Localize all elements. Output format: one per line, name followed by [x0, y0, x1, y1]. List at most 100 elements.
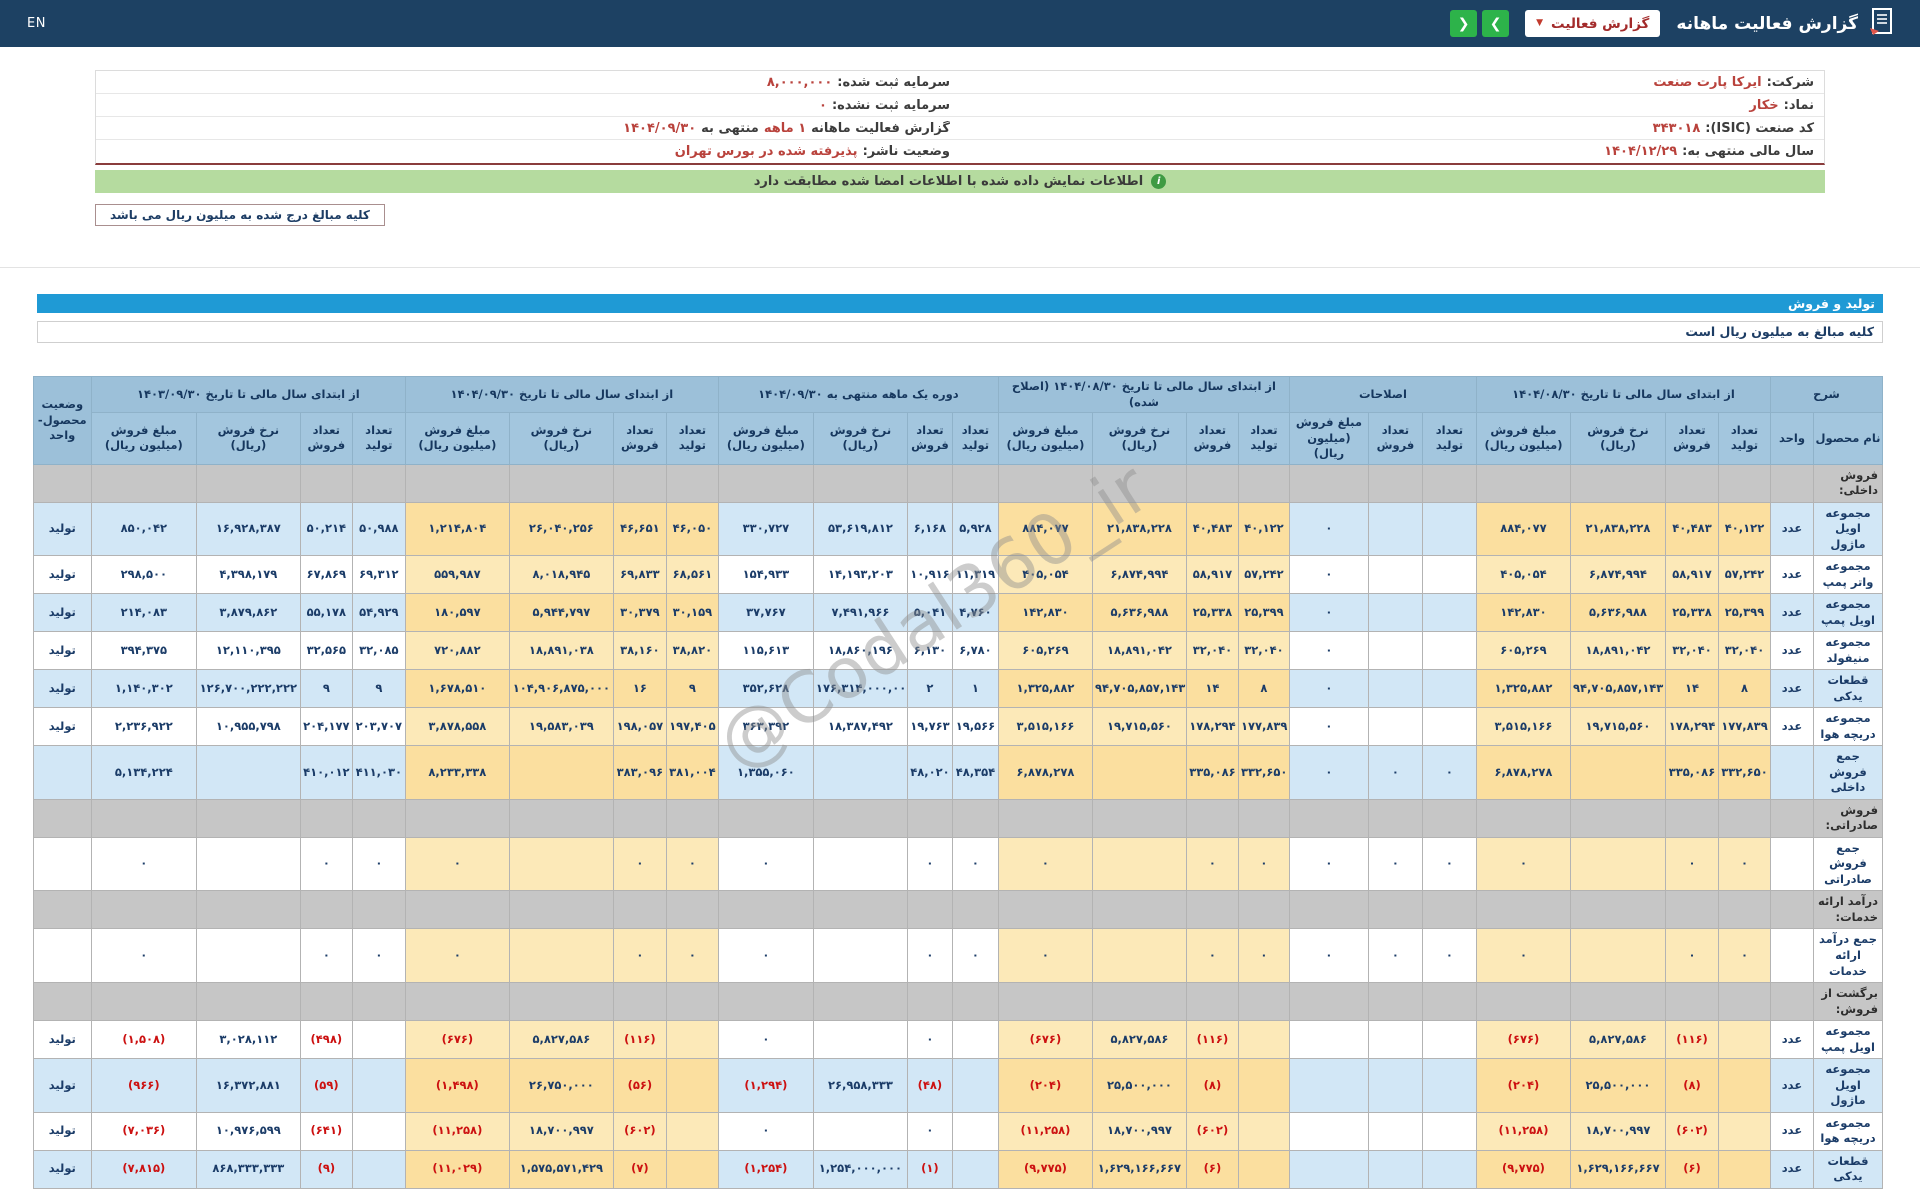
value-cell: ۵,۶۳۶,۹۸۸	[1569, 593, 1666, 633]
value-cell: ۱۸,۸۹۱,۰۴۲	[1091, 631, 1187, 671]
value-cell: (۱,۲۵۴)	[717, 1149, 814, 1189]
company-info-panel: شرکت: ایرکا پارت صنعت سرمایه ثبت شده: ۸,…	[95, 70, 1825, 165]
info-value: خکار	[1749, 97, 1779, 113]
info-label: سال مالی منتهی به:	[1682, 144, 1814, 159]
section-cell	[951, 463, 999, 503]
value-cell: ۱۹۷,۴۰۵	[665, 707, 719, 747]
section-cell	[1717, 890, 1771, 930]
section-cell	[812, 463, 908, 503]
column-header: تعداد تولید	[1237, 412, 1290, 465]
unit-cell	[1769, 836, 1815, 892]
value-cell	[508, 836, 614, 892]
table-row: مجموعه اویل پمپ عدد (۱۱۶) ۵,۸۲۷,۵۸۶ (۶۷۶) (۱۱…	[32, 1020, 1883, 1060]
section-row: برگشت از فروش:	[32, 982, 1883, 1022]
value-cell: ۰	[1367, 836, 1423, 892]
value-cell: ۲۵,۳۳۸	[1664, 593, 1719, 633]
value-cell: ۰	[90, 928, 197, 984]
value-cell	[1367, 631, 1423, 671]
value-cell: ۵,۸۲۷,۵۸۶	[1091, 1020, 1187, 1060]
value-cell	[951, 1058, 999, 1113]
section-cell	[508, 798, 614, 838]
value-cell: ۵,۹۲۸	[951, 501, 999, 557]
section-cell	[195, 890, 301, 930]
value-cell: ۲۵,۵۰۰,۰۰۰	[1569, 1058, 1666, 1113]
value-cell: (۵۹)	[299, 1058, 353, 1113]
value-cell: ۲۶,۷۵۰,۰۰۰	[508, 1058, 614, 1113]
value-cell: ۰	[299, 836, 353, 892]
value-cell	[812, 745, 908, 800]
next-report-button[interactable]: ❯	[1482, 10, 1510, 37]
value-cell: ۳۵۲,۶۲۸	[717, 669, 814, 709]
section-cell	[351, 982, 406, 1022]
value-cell: ۱۶,۹۲۸,۳۸۷	[195, 501, 301, 557]
value-cell: ۱۴۲,۸۳۰	[997, 593, 1093, 633]
table-row: قطعات یدکی عدد ۸ ۱۴ ۹۴,۷۰۵,۸۵۷,۱۴۳ ۱,۳۲۵,۸۸۲ ۰…	[32, 669, 1883, 709]
section-cell	[906, 982, 953, 1022]
previous-report-button[interactable]: ❮	[1450, 10, 1478, 37]
section-cell	[32, 463, 92, 503]
value-cell: ۰	[717, 928, 814, 984]
value-cell: (۶۷۶)	[404, 1020, 510, 1060]
value-cell	[812, 1020, 908, 1060]
product-status-cell: تولید	[32, 555, 92, 595]
value-cell	[1367, 555, 1423, 595]
value-cell: ۰	[1717, 836, 1771, 892]
language-toggle-en[interactable]: EN	[27, 16, 46, 31]
column-header: مبلغ فروش (میلیون ریال)	[997, 412, 1093, 465]
section-cell	[1237, 798, 1290, 838]
value-cell: ۰	[1288, 593, 1369, 633]
issuer-status-field: وضعیت ناشر: پذیرفته شده در بورس تهران	[96, 144, 960, 159]
value-cell: (۸)	[1185, 1058, 1239, 1113]
value-cell: ۳۶۳,۳۹۲	[717, 707, 814, 747]
value-cell: (۶۴۱)	[299, 1111, 353, 1151]
section-cell	[195, 798, 301, 838]
value-cell	[508, 928, 614, 984]
value-cell: ۸۵۰,۰۴۲	[90, 501, 197, 557]
value-cell	[1091, 745, 1187, 800]
value-cell: ۰	[665, 836, 719, 892]
value-cell: ۱۸,۷۰۰,۹۹۷	[508, 1111, 614, 1151]
report-type-dropdown[interactable]: گزارش فعالیت ▼	[1525, 10, 1661, 37]
section-cell	[90, 890, 197, 930]
value-cell: (۹,۷۷۵)	[1475, 1149, 1571, 1189]
value-cell: ۰	[717, 836, 814, 892]
value-cell: ۱۸,۳۸۷,۴۹۲	[812, 707, 908, 747]
section-cell	[1475, 463, 1571, 503]
unit-cell: عدد	[1769, 1149, 1815, 1189]
section-cell	[951, 798, 999, 838]
table-row: مجموعه واتر پمپ عدد ۵۷,۲۴۲ ۵۸,۹۱۷ ۶,۸۷۴,۹۹۴ ۴…	[32, 555, 1883, 595]
value-cell: ۳۸۱,۰۰۴	[665, 745, 719, 800]
value-cell	[1091, 836, 1187, 892]
amounts-box-wrapper: کلیه مبالغ درج شده به میلیون ریال می باش…	[95, 204, 1825, 226]
section-label-cell: فروش صادراتی:	[1813, 798, 1883, 838]
value-cell: ۰	[665, 928, 719, 984]
value-cell: ۰	[1185, 928, 1239, 984]
value-cell: (۴۸)	[906, 1058, 953, 1113]
value-cell: ۰	[1664, 928, 1719, 984]
value-cell: ۱۴,۱۹۳,۲۰۳	[812, 555, 908, 595]
value-cell	[351, 1020, 406, 1060]
value-cell: ۰	[612, 928, 667, 984]
value-cell: ۲۶,۰۴۰,۲۵۶	[508, 501, 614, 557]
table-header-group-row: شرح از ابتدای سال مالی تا تاریخ ۱۴۰۴/۰۸/۳…	[32, 375, 1884, 465]
value-cell: (۲۰۴)	[1475, 1058, 1571, 1113]
value-cell: ۷۲۰,۸۸۲	[404, 631, 510, 671]
column-group-header: دوره یک ماهه منتهی به ۱۴۰۴/۰۹/۳۰	[717, 375, 999, 414]
column-header: نرخ فروش (ریال)	[1569, 412, 1666, 465]
value-cell: ۲,۲۳۶,۹۲۲	[90, 707, 197, 747]
value-cell: ۴۰۵,۰۵۴	[997, 555, 1093, 595]
section-cell	[1569, 890, 1666, 930]
value-cell: (۱,۵۰۸)	[90, 1020, 197, 1060]
value-cell: ۱,۱۴۰,۳۰۲	[90, 669, 197, 709]
value-cell: ۰	[951, 928, 999, 984]
value-cell	[1288, 1111, 1369, 1151]
value-cell: ۲	[906, 669, 953, 709]
info-row: کد صنعت (ISIC): ۳۴۳۰۱۸ گزارش فعالیت ماها…	[96, 117, 1824, 140]
value-cell: ۶۷,۸۶۹	[299, 555, 353, 595]
value-cell: ۱,۶۲۹,۱۶۶,۶۶۷	[1569, 1149, 1666, 1189]
value-cell	[1421, 501, 1477, 557]
value-cell: (۶۰۲)	[1185, 1111, 1239, 1151]
value-cell: (۶۰۲)	[1664, 1111, 1719, 1151]
section-cell	[1475, 798, 1571, 838]
company-name-field: شرکت: ایرکا پارت صنعت	[960, 75, 1824, 90]
